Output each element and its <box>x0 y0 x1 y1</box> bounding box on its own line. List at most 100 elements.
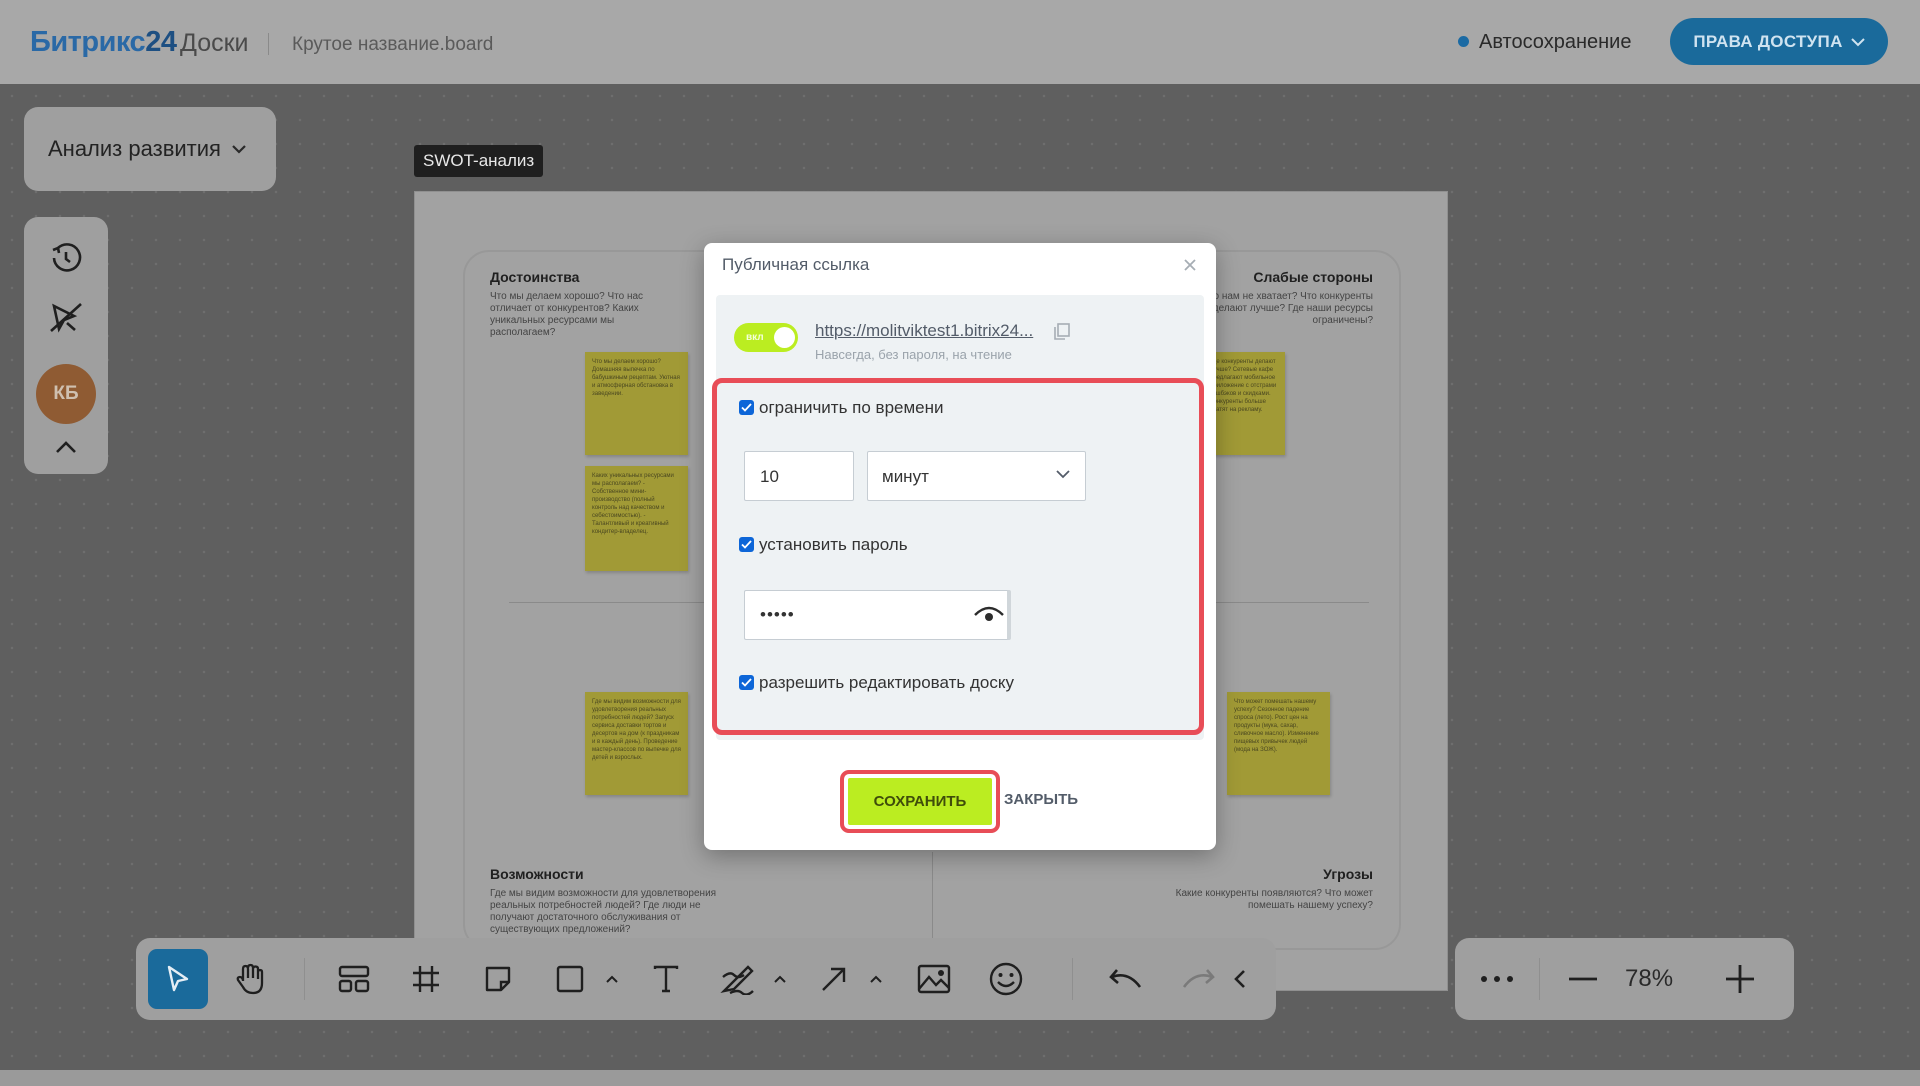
zoom-divider <box>1539 958 1540 1000</box>
top-bar: Битрикс24 Доски Крутое название.board Ав… <box>0 0 1920 84</box>
pen-tool-button[interactable] <box>708 949 768 1009</box>
hand-icon <box>236 963 264 995</box>
redo-icon <box>1182 969 1215 988</box>
opportunities-desc: Где мы видим возможности для удовлетворе… <box>490 888 717 935</box>
set-password-label[interactable]: установить пароль <box>759 535 908 555</box>
time-unit-value: минут <box>882 467 929 486</box>
toolbar-divider <box>1072 958 1073 1000</box>
board-name[interactable]: Крутое название.board <box>292 34 493 56</box>
zoom-level[interactable]: 78% <box>1625 965 1673 993</box>
chevron-left-icon <box>1234 970 1245 988</box>
toolbar-divider <box>304 958 305 1000</box>
sticky-note-icon <box>485 966 511 992</box>
password-value: ••••• <box>760 605 795 624</box>
save-button-highlight: СОХРАНИТЬ <box>840 770 1000 833</box>
time-unit-select[interactable]: минут <box>867 451 1086 501</box>
dialog-title: Публичная ссылка <box>722 255 870 274</box>
caret-up-icon <box>774 975 786 983</box>
logo-main: Битрикс <box>30 26 146 58</box>
bitrix24-logo[interactable]: Битрикс24 <box>30 26 177 59</box>
allow-edit-checkbox[interactable] <box>739 675 754 690</box>
copy-icon[interactable] <box>1052 322 1072 342</box>
pen-options-caret[interactable] <box>770 969 790 989</box>
sticky-note[interactable]: Что мы делаем хорошо? Домашняя выпечка п… <box>585 352 688 455</box>
undo-button[interactable] <box>1096 949 1156 1009</box>
collapse-toolbar-button[interactable] <box>1220 949 1260 1009</box>
sticky-note-tool-button[interactable] <box>468 949 528 1009</box>
more-horizontal-icon <box>1481 976 1513 982</box>
user-avatar[interactable]: КБ <box>36 364 96 424</box>
zoom-out-button[interactable] <box>1553 949 1613 1009</box>
set-password-checkbox[interactable] <box>739 537 754 552</box>
more-options-button[interactable] <box>1467 949 1527 1009</box>
public-link-url[interactable]: https://molitviktest1.bitrix24... <box>815 321 1033 341</box>
history-button[interactable] <box>42 238 90 278</box>
close-icon <box>1184 259 1196 271</box>
password-input[interactable]: ••••• <box>744 590 1011 640</box>
redo-button[interactable] <box>1168 949 1228 1009</box>
public-link-toggle[interactable]: вкл <box>734 323 798 352</box>
shape-tool-button[interactable] <box>540 949 600 1009</box>
hand-tool-button[interactable] <box>220 949 280 1009</box>
chevron-down-icon <box>1850 37 1865 46</box>
project-selector-label: Анализ развития <box>48 136 221 161</box>
dialog-close-button[interactable] <box>1178 253 1202 277</box>
shape-options-caret[interactable] <box>602 969 622 989</box>
toggle-knob <box>774 327 795 348</box>
sticky-note[interactable]: Что может помешать нашему успеху? Сезонн… <box>1227 692 1330 795</box>
allow-edit-label[interactable]: разрешить редактировать доску <box>759 673 1014 693</box>
sticky-note[interactable]: Каких уникальных ресурсами мы располагае… <box>585 466 688 571</box>
bottom-toolbar <box>136 938 1276 1020</box>
limit-time-checkbox[interactable] <box>739 400 754 415</box>
toggle-label: вкл <box>746 332 764 343</box>
text-tool-button[interactable] <box>636 949 696 1009</box>
arrow-options-caret[interactable] <box>866 969 886 989</box>
sticky-note[interactable]: Где мы видим возможности для удовлетворе… <box>585 692 688 795</box>
square-icon <box>556 965 584 993</box>
limit-time-label[interactable]: ограничить по времени <box>759 398 944 418</box>
emoji-tool-button[interactable] <box>976 949 1036 1009</box>
check-icon <box>741 678 752 687</box>
access-rights-label: ПРАВА ДОСТУПА <box>1693 31 1843 51</box>
image-icon <box>917 964 951 994</box>
close-button[interactable]: ЗАКРЫТЬ <box>1004 791 1078 808</box>
frame-tool-button[interactable] <box>396 949 456 1009</box>
header-divider <box>268 33 269 55</box>
time-amount-input[interactable]: 10 <box>744 451 854 501</box>
pen-icon <box>720 965 754 995</box>
zoom-in-button[interactable] <box>1710 949 1770 1009</box>
caret-up-icon <box>606 975 618 983</box>
undo-icon <box>1109 969 1142 988</box>
layout-icon <box>338 965 370 993</box>
link-settings-summary: Навсегда, без пароля, на чтение <box>815 347 1012 362</box>
eye-icon[interactable] <box>973 603 1005 625</box>
history-icon <box>52 243 82 272</box>
chevron-up-icon <box>56 441 76 453</box>
templates-button[interactable] <box>324 949 384 1009</box>
image-tool-button[interactable] <box>904 949 964 1009</box>
plus-icon <box>1726 965 1754 993</box>
text-icon <box>653 965 679 993</box>
frame-label[interactable]: SWOT-анализ <box>414 145 544 177</box>
toggle-cursors-button[interactable] <box>42 298 90 338</box>
threats-title: Угрозы <box>1323 866 1373 882</box>
link-settings-box: ограничить по времени 10 минут установит… <box>712 378 1204 735</box>
project-selector[interactable]: Анализ развития <box>24 107 276 191</box>
save-button[interactable]: СОХРАНИТЬ <box>848 778 992 825</box>
arrow-tool-button[interactable] <box>804 949 864 1009</box>
check-icon <box>741 540 752 549</box>
smiley-icon <box>989 962 1023 996</box>
pointer-icon <box>167 965 189 992</box>
select-tool-button[interactable] <box>148 949 208 1009</box>
weaknesses-title: Слабые стороны <box>1253 269 1373 285</box>
collapse-panel-button[interactable] <box>42 427 90 467</box>
chevron-down-icon <box>1056 470 1070 479</box>
threats-desc: Какие конкуренты появляются? Что может п… <box>1175 888 1373 911</box>
autosave-status-dot <box>1458 36 1469 47</box>
strengths-desc: Что мы делаем хорошо? Что нас отличает о… <box>490 291 644 338</box>
bottom-strip <box>0 1070 1920 1086</box>
caret-up-icon <box>870 975 882 983</box>
logo-subtitle: Доски <box>180 29 249 57</box>
zoom-panel: 78% <box>1455 938 1794 1020</box>
access-rights-button[interactable]: ПРАВА ДОСТУПА <box>1670 18 1888 65</box>
